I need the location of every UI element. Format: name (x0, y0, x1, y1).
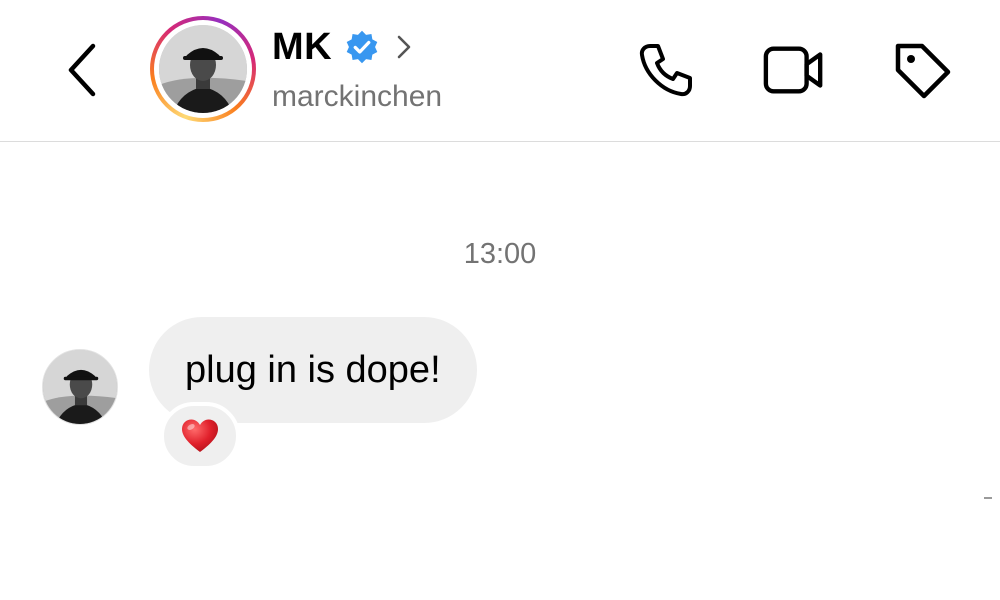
avatar-person-icon (159, 25, 247, 113)
chevron-left-icon (68, 43, 96, 97)
thread-header: MK marckinchen (0, 0, 1000, 142)
message-reaction[interactable] (160, 402, 240, 470)
chevron-right-icon (397, 35, 411, 59)
username: marckinchen (272, 80, 443, 113)
video-camera-icon (763, 46, 823, 94)
profile-avatar-story-ring[interactable] (150, 16, 256, 122)
sender-avatar[interactable] (42, 349, 118, 425)
avatar-person-icon (43, 350, 117, 424)
message-timestamp: 13:00 (463, 238, 537, 270)
tag-button[interactable] (890, 38, 954, 102)
profile-name-link[interactable]: MK (272, 24, 414, 70)
back-button[interactable] (58, 38, 108, 102)
display-name: MK (272, 25, 333, 68)
scroll-indicator (984, 497, 992, 499)
message-text: plug in is dope! (185, 348, 441, 391)
dm-thread-screen: MK marckinchen 13:00 plug in is dope! (0, 0, 1000, 600)
avatar (159, 25, 247, 113)
red-heart-icon (182, 419, 218, 452)
verified-badge-icon (346, 30, 378, 64)
phone-icon (639, 44, 692, 97)
tag-icon (895, 43, 951, 99)
audio-call-button[interactable] (634, 38, 698, 102)
video-call-button[interactable] (762, 38, 826, 102)
